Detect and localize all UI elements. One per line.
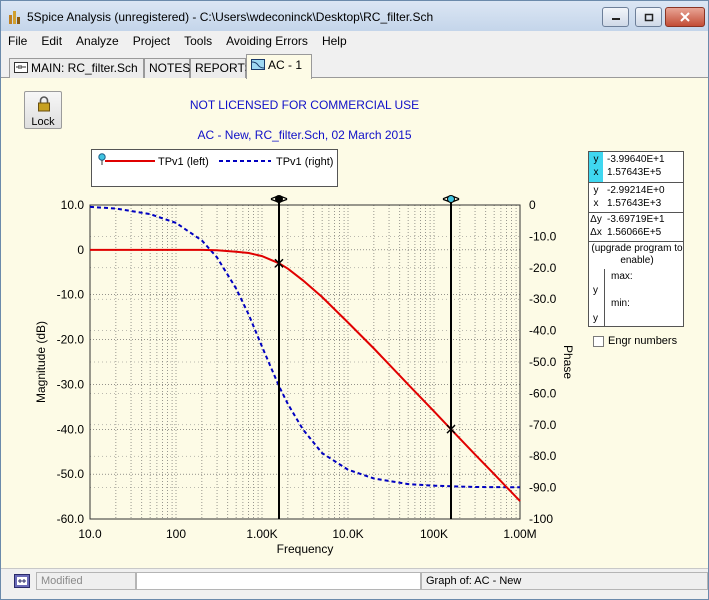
status-graph-of: Graph of: AC - New — [421, 572, 708, 590]
y-right-tick-label: -40.0 — [529, 324, 557, 338]
x-tick-label: 100 — [166, 527, 186, 541]
y-right-tick-label: -60.0 — [529, 386, 557, 400]
cursor-dot — [275, 195, 284, 203]
tab-ac-label: AC - 1 — [268, 58, 303, 72]
y-left-tick-label: -20.0 — [57, 333, 85, 347]
y-left-tick-labels: 10.0 0 -10.0 -20.0 -30.0 -40.0 -50.0 -60.0 — [57, 198, 85, 526]
status-modified: Modified — [36, 572, 136, 590]
y-left-tick-label: -40.0 — [57, 422, 85, 436]
y-right-tick-label: -20.0 — [529, 261, 557, 275]
status-blank-field — [136, 572, 421, 590]
x-tick-label: 10.0K — [332, 527, 363, 541]
y-left-tick-label: -60.0 — [57, 512, 85, 526]
series-line-left — [90, 248, 521, 502]
x-tick-label: 100K — [420, 527, 448, 541]
cursor-handle: < > — [442, 192, 459, 206]
y-right-tick-label: -80.0 — [529, 449, 557, 463]
y-left-tick-label: 0 — [77, 243, 84, 257]
tab-ac[interactable]: AC - 1 — [246, 54, 312, 79]
cursor-dot — [447, 195, 456, 203]
y-right-tick-label: -90.0 — [529, 481, 557, 495]
y-left-tick-label: -50.0 — [57, 467, 85, 481]
y-left-axis-label: Magnitude (dB) — [34, 321, 48, 403]
y-left-tick-label: 10.0 — [61, 198, 85, 212]
status-bar: Modified Graph of: AC - New — [1, 568, 708, 599]
x-tick-label: 10.0 — [78, 527, 102, 541]
y-right-tick-label: -50.0 — [529, 355, 557, 369]
y-right-tick-label: -30.0 — [529, 292, 557, 306]
plot-grid — [90, 205, 520, 519]
y-left-tick-label: -30.0 — [57, 377, 85, 391]
bode-plot: 10.0 100 1.00K 10.0K 100K 1.00M 10.0 0 -10.0 -20… — [34, 192, 575, 556]
app-window: 5Spice Analysis (unregistered) - C:\User… — [0, 0, 709, 600]
x-tick-label: 1.00K — [246, 527, 277, 541]
y-right-tick-label: -10.0 — [529, 229, 557, 243]
y-right-tick-labels: 0 -10.0 -20.0 -30.0 -40.0 -50.0 -60.0 -70.0 -80.… — [529, 198, 557, 526]
x-tick-label: 1.00M — [503, 527, 536, 541]
x-axis-label: Frequency — [277, 542, 334, 556]
y-right-tick-label: 0 — [529, 198, 536, 212]
plot-cursors: < > < > — [270, 192, 460, 519]
cursor-handle: < > — [270, 192, 287, 206]
y-right-tick-label: -100 — [529, 512, 553, 526]
y-right-tick-label: -70.0 — [529, 418, 557, 432]
x-tick-labels: 10.0 100 1.00K 10.0K 100K 1.00M — [78, 527, 536, 541]
y-right-axis-label: Phase — [561, 345, 575, 379]
graph-icon — [251, 59, 265, 70]
y-left-tick-label: -10.0 — [57, 288, 85, 302]
schematic-status-icon — [14, 574, 30, 588]
